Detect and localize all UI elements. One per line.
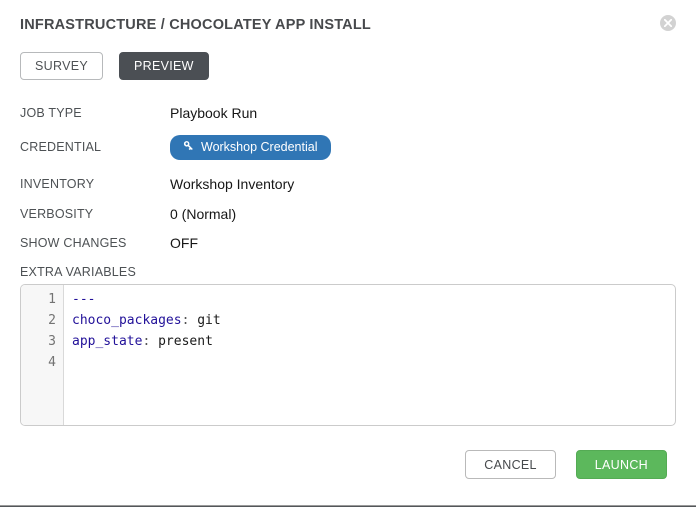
code-line-4 xyxy=(72,352,675,373)
extra-variables-editor[interactable]: 1 2 3 4 --- choco_packages: git app_stat… xyxy=(20,284,676,426)
yaml-value: present xyxy=(150,334,213,349)
extra-variables-label: EXTRA VARIABLES xyxy=(20,265,676,279)
yaml-value: git xyxy=(189,313,220,328)
tab-survey[interactable]: SURVEY xyxy=(20,52,103,80)
job-type-label: JOB TYPE xyxy=(20,106,170,120)
modal-footer: CANCEL LAUNCH xyxy=(20,450,676,479)
launch-button[interactable]: LAUNCH xyxy=(576,450,667,479)
window-bottom-edge xyxy=(0,505,696,507)
line-number: 2 xyxy=(21,310,56,331)
inventory-value: Workshop Inventory xyxy=(170,176,294,192)
show-changes-value: OFF xyxy=(170,235,198,251)
line-number: 3 xyxy=(21,331,56,352)
extra-variables-section: EXTRA VARIABLES 1 2 3 4 --- choco_packag… xyxy=(20,265,676,426)
verbosity-value: 0 (Normal) xyxy=(170,206,236,222)
code-line-3: app_state: present xyxy=(72,331,675,352)
cancel-button[interactable]: CANCEL xyxy=(465,450,556,479)
line-number: 4 xyxy=(21,352,56,373)
inventory-label: INVENTORY xyxy=(20,177,170,191)
detail-row-credential: CREDENTIAL Workshop Credential xyxy=(20,134,676,160)
credential-badge[interactable]: Workshop Credential xyxy=(170,135,331,160)
detail-row-show-changes: SHOW CHANGES OFF xyxy=(20,233,676,253)
tab-bar: SURVEY PREVIEW xyxy=(20,52,676,80)
detail-row-job-type: JOB TYPE Playbook Run xyxy=(20,103,676,123)
credential-badge-label: Workshop Credential xyxy=(201,140,318,154)
code-line-1: --- xyxy=(72,289,675,310)
detail-row-inventory: INVENTORY Workshop Inventory xyxy=(20,174,676,194)
line-number: 1 xyxy=(21,289,56,310)
verbosity-label: VERBOSITY xyxy=(20,207,170,221)
credential-label: CREDENTIAL xyxy=(20,140,170,154)
yaml-key: app_state xyxy=(72,334,142,349)
x-glyph xyxy=(664,19,672,27)
editor-code-area[interactable]: --- choco_packages: git app_state: prese… xyxy=(64,285,675,425)
job-type-value: Playbook Run xyxy=(170,105,257,121)
tab-preview[interactable]: PREVIEW xyxy=(119,52,209,80)
close-icon[interactable] xyxy=(660,15,676,31)
modal-title: INFRASTRUCTURE / CHOCOLATEY APP INSTALL xyxy=(20,15,676,35)
yaml-key: choco_packages xyxy=(72,313,182,328)
detail-row-verbosity: VERBOSITY 0 (Normal) xyxy=(20,204,676,224)
launch-preview-modal: INFRASTRUCTURE / CHOCOLATEY APP INSTALL … xyxy=(0,0,696,505)
editor-line-numbers: 1 2 3 4 xyxy=(21,285,64,425)
code-line-2: choco_packages: git xyxy=(72,310,675,331)
show-changes-label: SHOW CHANGES xyxy=(20,236,170,250)
yaml-doc-separator: --- xyxy=(72,292,95,307)
modal-header: INFRASTRUCTURE / CHOCOLATEY APP INSTALL xyxy=(20,15,676,35)
key-icon xyxy=(179,139,196,156)
job-details: JOB TYPE Playbook Run CREDENTIAL Worksho… xyxy=(20,103,676,253)
